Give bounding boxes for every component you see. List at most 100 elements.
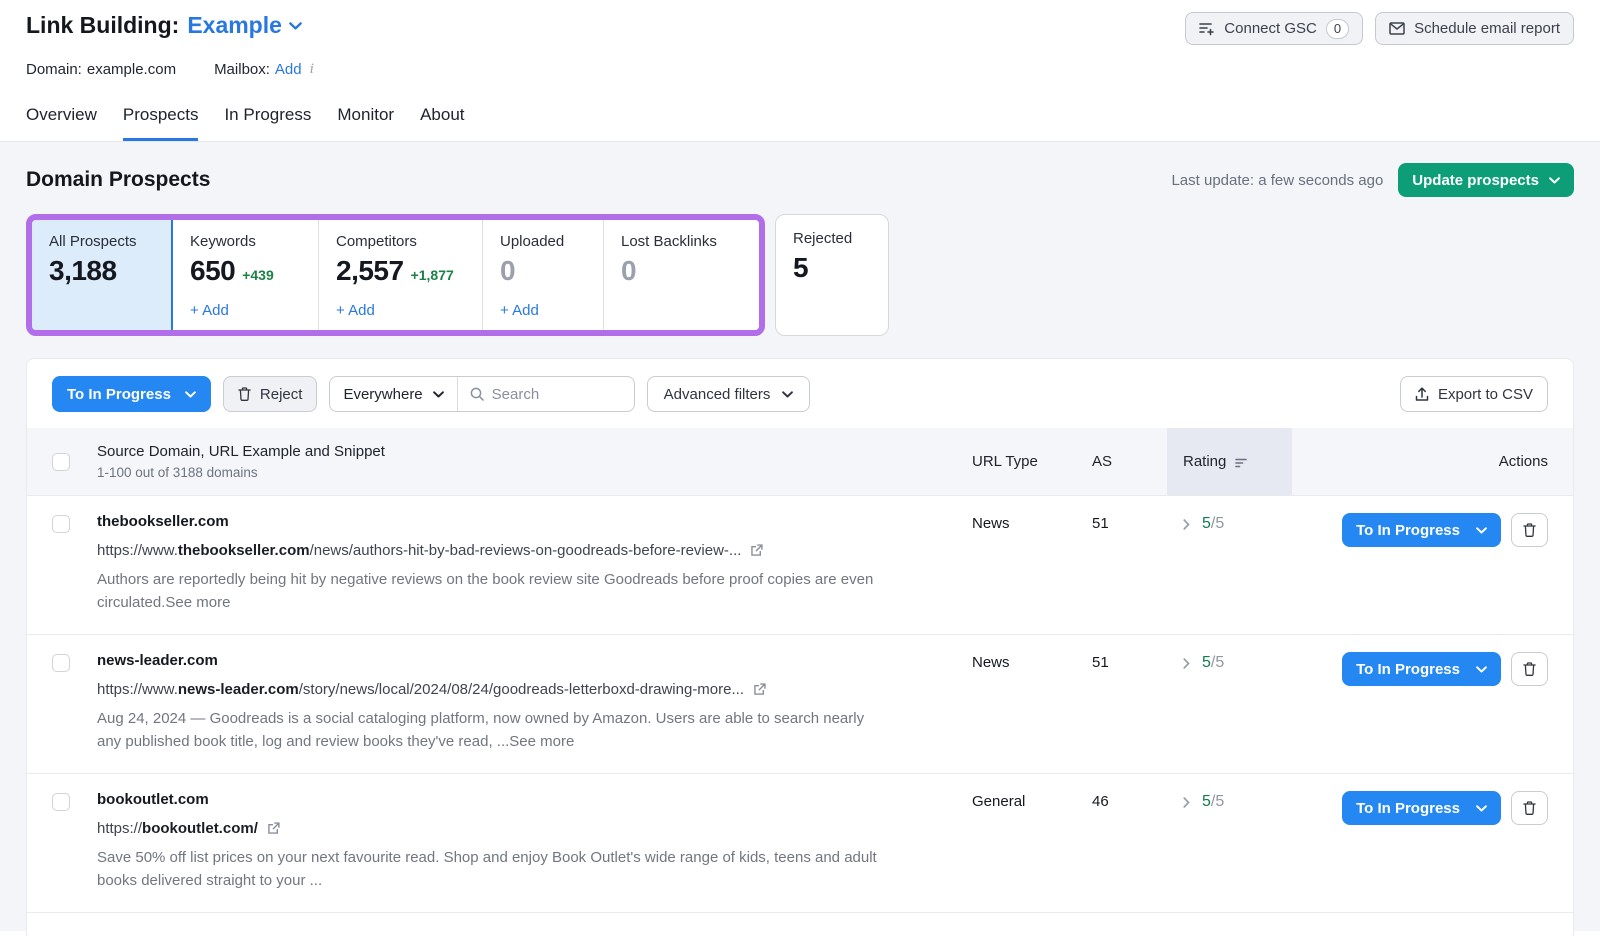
chevron-down-icon (1476, 805, 1487, 812)
export-csv-label: Export to CSV (1438, 386, 1533, 403)
update-prospects-label: Update prospects (1412, 172, 1539, 189)
row-rating[interactable]: 5/5 (1167, 652, 1292, 672)
reject-button[interactable]: Reject (223, 376, 318, 412)
row-action-label: To In Progress (1356, 661, 1460, 678)
report-title: Link Building: (26, 12, 179, 39)
url-path: /news/authors-hit-by-bad-reviews-on-good… (310, 542, 742, 559)
schedule-email-report-button[interactable]: Schedule email report (1375, 12, 1574, 45)
row-action-label: To In Progress (1356, 800, 1460, 817)
mailbox-add-link[interactable]: Add (275, 61, 302, 78)
row-url-type: News (972, 652, 1092, 671)
url-domain: thebookseller.com (178, 542, 310, 559)
see-more-link[interactable]: See more (165, 594, 230, 611)
card-all-prospects[interactable]: All Prospects 3,188 (32, 220, 173, 330)
url-domain: news-leader.com (178, 681, 299, 698)
row-authority-score: 46 (1092, 791, 1167, 810)
row-rating[interactable]: 5/5 (1167, 791, 1292, 811)
column-as-label: AS (1092, 453, 1112, 470)
sort-descending-icon (1235, 458, 1247, 468)
export-csv-button[interactable]: Export to CSV (1400, 376, 1548, 412)
card-keywords[interactable]: Keywords 650 +439 + Add (173, 220, 319, 330)
external-link-icon[interactable] (753, 683, 766, 696)
row-checkbox[interactable] (52, 515, 70, 533)
to-in-progress-bulk-button[interactable]: To In Progress (52, 376, 211, 412)
card-lost-backlinks[interactable]: Lost Backlinks 0 (604, 220, 759, 330)
project-selector[interactable]: Example (187, 12, 302, 39)
column-rating[interactable]: Rating (1167, 428, 1292, 495)
chevron-down-icon (782, 391, 793, 398)
external-link-icon[interactable] (267, 822, 280, 835)
table-row: news-leader.com https://www.news-leader.… (27, 634, 1573, 773)
advanced-filters-button[interactable]: Advanced filters (647, 376, 811, 412)
rating-value: 5 (1202, 793, 1211, 810)
card-value: 0 (621, 255, 636, 287)
page-title: Link Building: Example (26, 12, 302, 39)
url-prefix: https://www. (97, 681, 178, 698)
domain-value: example.com (87, 61, 176, 78)
add-uploaded-link[interactable]: + Add (500, 302, 586, 319)
add-keywords-link[interactable]: + Add (190, 302, 301, 319)
card-label: Uploaded (500, 233, 586, 250)
table-header: Source Domain, URL Example and Snippet 1… (27, 428, 1573, 495)
search-icon (470, 387, 484, 401)
domain-label: Domain: (26, 61, 82, 78)
tab-in-progress[interactable]: In Progress (224, 105, 311, 141)
rating-total: /5 (1211, 654, 1224, 671)
rating-total: /5 (1211, 515, 1224, 532)
row-delete-button[interactable] (1511, 652, 1548, 686)
tab-monitor[interactable]: Monitor (337, 105, 394, 141)
connect-gsc-button[interactable]: Connect GSC 0 (1185, 12, 1363, 45)
row-url-type: General (972, 791, 1092, 810)
chevron-down-icon (433, 391, 444, 398)
row-to-in-progress-button[interactable]: To In Progress (1342, 791, 1501, 825)
tab-overview[interactable]: Overview (26, 105, 97, 141)
row-domain: thebookseller.com (97, 513, 942, 530)
trash-icon (1523, 801, 1536, 815)
update-prospects-button[interactable]: Update prospects (1398, 163, 1574, 197)
see-more-link[interactable]: See more (509, 733, 574, 750)
row-delete-button[interactable] (1511, 791, 1548, 825)
url-prefix: https://www. (97, 542, 178, 559)
row-authority-score: 51 (1092, 513, 1167, 532)
schedule-email-label: Schedule email report (1414, 20, 1560, 37)
row-action-label: To In Progress (1356, 522, 1460, 539)
card-competitors[interactable]: Competitors 2,557 +1,877 + Add (319, 220, 483, 330)
row-snippet: Save 50% off list prices on your next fa… (97, 849, 877, 889)
rating-total: /5 (1211, 793, 1224, 810)
row-authority-score: 51 (1092, 652, 1167, 671)
select-all-checkbox[interactable] (52, 453, 70, 471)
external-link-icon[interactable] (750, 544, 763, 557)
column-actions-label: Actions (1499, 453, 1548, 470)
tab-prospects[interactable]: Prospects (123, 105, 199, 141)
row-to-in-progress-button[interactable]: To In Progress (1342, 513, 1501, 547)
column-as[interactable]: AS (1092, 428, 1167, 495)
chevron-down-icon (1476, 666, 1487, 673)
card-value: 3,188 (49, 255, 117, 287)
row-delete-button[interactable] (1511, 513, 1548, 547)
card-uploaded[interactable]: Uploaded 0 + Add (483, 220, 604, 330)
row-checkbox[interactable] (52, 654, 70, 672)
search-scope-value: Everywhere (343, 386, 422, 403)
prospect-source-cards: All Prospects 3,188 Keywords 650 +439 + … (26, 214, 1574, 336)
card-rejected[interactable]: Rejected 5 (775, 214, 889, 336)
url-prefix: https:// (97, 820, 142, 837)
card-value: 2,557 (336, 255, 404, 287)
row-rating[interactable]: 5/5 (1167, 513, 1292, 533)
tab-about[interactable]: About (420, 105, 464, 141)
prospects-panel: To In Progress Reject Everywhere (26, 358, 1574, 936)
add-competitors-link[interactable]: + Add (336, 302, 465, 319)
card-value: 650 (190, 255, 235, 287)
row-count-text: 1-100 out of 3188 domains (97, 465, 258, 480)
url-path: /story/news/local/2024/08/24/goodreads-l… (299, 681, 744, 698)
search-input[interactable] (492, 386, 622, 403)
row-domain: bookoutlet.com (97, 791, 942, 808)
project-name: Example (187, 12, 282, 39)
card-label: All Prospects (49, 233, 154, 250)
row-checkbox[interactable] (52, 793, 70, 811)
row-to-in-progress-button[interactable]: To In Progress (1342, 652, 1501, 686)
url-domain: bookoutlet.com/ (142, 820, 258, 837)
connect-gsc-label: Connect GSC (1224, 20, 1317, 37)
search-scope-dropdown[interactable]: Everywhere (330, 377, 456, 411)
column-url-type[interactable]: URL Type (972, 428, 1092, 495)
info-icon[interactable]: i (307, 61, 314, 78)
